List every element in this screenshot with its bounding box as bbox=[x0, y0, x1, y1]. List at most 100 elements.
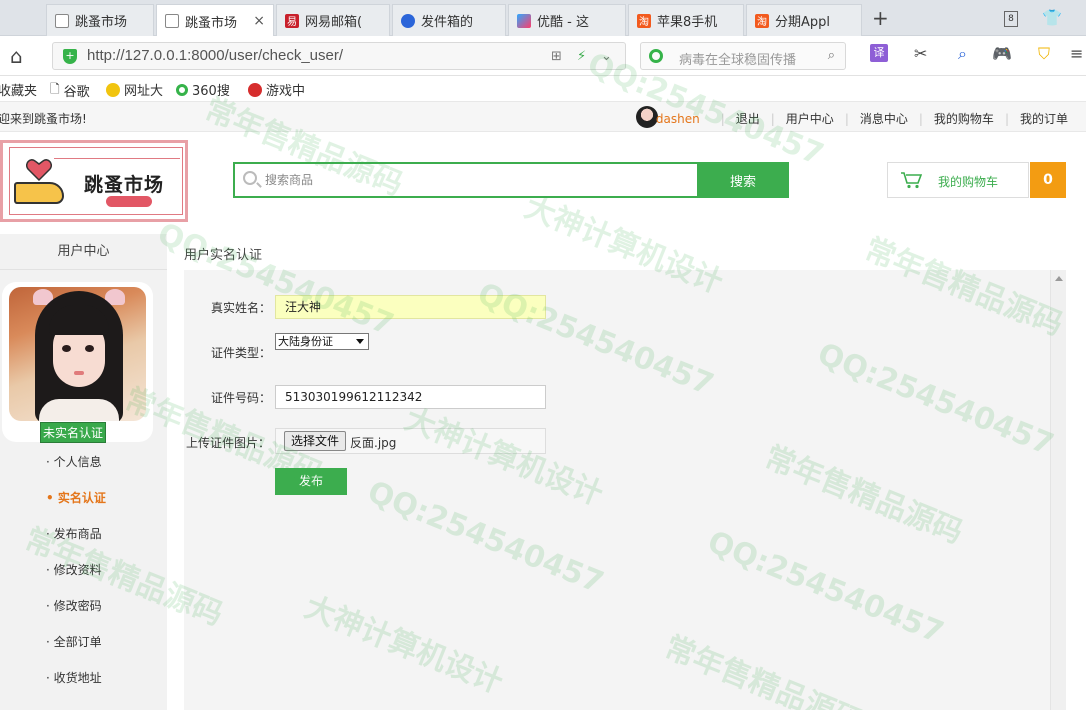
site-search-box: 搜索 bbox=[233, 162, 789, 198]
tab-label: 优酷 - 这 bbox=[537, 15, 589, 30]
logo-frame: 跳蚤市场 bbox=[9, 147, 183, 215]
bookmark-360[interactable]: 360搜 bbox=[176, 80, 230, 99]
search-icon bbox=[243, 171, 257, 185]
sidebar-item-publish[interactable]: · 发布商品 bbox=[46, 525, 102, 542]
menu-icon[interactable]: ≡ bbox=[1070, 44, 1083, 63]
translate-icon[interactable]: 译 bbox=[870, 44, 888, 62]
netease-icon: 易 bbox=[285, 13, 299, 28]
hand-icon bbox=[14, 182, 64, 204]
publish-button[interactable]: 发布 bbox=[275, 468, 347, 495]
bookmark-google[interactable]: 🗋 谷歌 bbox=[50, 80, 90, 101]
verification-status-badge: 未实名认证 bbox=[40, 422, 107, 443]
my-orders-link[interactable]: 我的订单 bbox=[1020, 110, 1068, 127]
chosen-file-name: 反面.jpg bbox=[350, 436, 397, 450]
photo-shirt bbox=[39, 399, 119, 421]
scrollbar[interactable] bbox=[1050, 270, 1066, 710]
tab-4[interactable]: 发件箱的 bbox=[392, 4, 506, 36]
tab-5[interactable]: 优酷 - 这 bbox=[508, 4, 626, 36]
tab-2-active[interactable]: 跳蚤市场 × bbox=[156, 4, 274, 37]
sidebar-item-edit-info[interactable]: · 修改资料 bbox=[46, 561, 102, 578]
tab-label: 网易邮箱( bbox=[305, 15, 363, 30]
bookmark-sites[interactable]: 网址大 bbox=[106, 80, 163, 99]
close-icon[interactable]: × bbox=[253, 13, 265, 29]
site-logo[interactable]: 跳蚤市场 bbox=[0, 140, 188, 222]
new-tab-button[interactable]: + bbox=[872, 6, 889, 30]
photo-mouth bbox=[74, 371, 84, 375]
skin-shirt-icon[interactable]: 👕 bbox=[1042, 8, 1062, 27]
browser-search-input[interactable]: 病毒在全球稳固传播 ⌕ bbox=[640, 42, 846, 70]
360-icon bbox=[176, 83, 188, 96]
tab-count-icon[interactable]: 8 bbox=[1004, 11, 1018, 27]
page-icon bbox=[55, 13, 69, 28]
user-center-link[interactable]: 用户中心 bbox=[786, 110, 834, 127]
sidebar-item-verification[interactable]: • 实名认证 bbox=[46, 489, 106, 506]
youku-icon bbox=[517, 13, 531, 28]
tab-7[interactable]: 淘 分期Appl bbox=[746, 4, 862, 36]
game-icon bbox=[248, 82, 262, 97]
cart-icon bbox=[901, 172, 922, 189]
scroll-up-icon[interactable] bbox=[1055, 276, 1063, 281]
sidebar-item-profile[interactable]: · 个人信息 bbox=[46, 453, 102, 470]
magnifier-icon[interactable]: ⌕ bbox=[958, 44, 967, 64]
secure-shield-icon: + bbox=[63, 49, 77, 64]
chevron-down-icon[interactable]: ⌄ bbox=[601, 49, 612, 64]
photo-eye bbox=[62, 345, 71, 352]
user-avatar[interactable] bbox=[636, 106, 658, 128]
tab-label: 苹果8手机 bbox=[657, 15, 718, 30]
tab-label: 发件箱的 bbox=[421, 15, 474, 30]
real-name-input[interactable]: 汪大神 bbox=[275, 295, 546, 319]
shield-coin-icon[interactable]: ⛉ bbox=[1038, 44, 1050, 64]
photo-eye bbox=[85, 345, 94, 352]
scissors-icon[interactable]: ✂ bbox=[914, 44, 927, 63]
taobao-icon: 淘 bbox=[755, 13, 769, 28]
site-nav-icon bbox=[106, 82, 120, 97]
page-icon: 🗋 bbox=[50, 82, 60, 96]
divider: | bbox=[770, 111, 775, 126]
cart-count-badge: 0 bbox=[1030, 162, 1066, 198]
browser-tab-bar: 跳蚤市场 跳蚤市场 × 易 网易邮箱( 发件箱的 优酷 - 这 淘 苹果8手机 … bbox=[0, 0, 1086, 37]
tab-6[interactable]: 淘 苹果8手机 bbox=[628, 4, 744, 36]
choose-file-button[interactable]: 选择文件 bbox=[284, 431, 346, 451]
bookmark-favorites[interactable]: 收藏夹 bbox=[0, 80, 37, 99]
search-button[interactable]: 搜索 bbox=[697, 162, 789, 198]
tab-3[interactable]: 易 网易邮箱( bbox=[276, 4, 390, 36]
grid-icon[interactable]: ⊞ bbox=[551, 49, 562, 64]
tab-1[interactable]: 跳蚤市场 bbox=[46, 4, 154, 36]
bookmark-games[interactable]: 游戏中 bbox=[248, 80, 305, 99]
profile-photo bbox=[9, 287, 146, 421]
messages-link[interactable]: 消息中心 bbox=[860, 110, 908, 127]
sidebar-item-orders[interactable]: · 全部订单 bbox=[46, 633, 102, 650]
address-bar: ⌂ + http://127.0.0.1:8000/user/check_use… bbox=[0, 36, 1086, 76]
bookmarks-bar: 收藏夹 🗋 谷歌 网址大 360搜 游戏中 bbox=[0, 76, 1086, 102]
id-number-input[interactable]: 513030199612112342 bbox=[275, 385, 546, 409]
sidebar-item-address[interactable]: · 收货地址 bbox=[46, 669, 102, 686]
baidu-paw-icon bbox=[401, 13, 415, 28]
screen: 跳蚤市场 跳蚤市场 × 易 网易邮箱( 发件箱的 优酷 - 这 淘 苹果8手机 … bbox=[0, 0, 1086, 710]
search-icon[interactable]: ⌕ bbox=[828, 48, 835, 63]
bookmark-label: 谷歌 bbox=[63, 85, 90, 100]
cart-button[interactable]: 我的购物车 bbox=[887, 162, 1029, 198]
real-name-label: 真实姓名： bbox=[211, 301, 272, 315]
tab-label: 分期Appl bbox=[775, 15, 831, 30]
sidebar-item-password[interactable]: · 修改密码 bbox=[46, 597, 102, 614]
username-link[interactable]: dashen bbox=[656, 112, 700, 126]
page-icon bbox=[165, 14, 179, 28]
heart-icon bbox=[26, 159, 52, 182]
bookmark-label: 360搜 bbox=[192, 84, 230, 99]
my-cart-link[interactable]: 我的购物车 bbox=[934, 110, 994, 127]
url-field[interactable]: + http://127.0.0.1:8000/user/check_user/… bbox=[52, 42, 626, 70]
welcome-text: 迎来到跳蚤市场! bbox=[0, 112, 87, 126]
gamepad-icon[interactable]: 🎮 bbox=[992, 44, 1012, 63]
url-text: http://127.0.0.1:8000/user/check_user/ bbox=[87, 47, 344, 64]
site-search-input[interactable] bbox=[265, 164, 695, 196]
taobao-icon: 淘 bbox=[637, 13, 651, 28]
lightning-icon[interactable]: ⚡ bbox=[577, 49, 586, 64]
home-icon[interactable]: ⌂ bbox=[10, 44, 23, 68]
logout-link[interactable]: 退出 bbox=[736, 110, 760, 127]
bookmark-label: 游戏中 bbox=[266, 84, 306, 99]
logo-line bbox=[54, 158, 180, 159]
tab-label: 跳蚤市场 bbox=[185, 15, 238, 31]
divider: | bbox=[918, 111, 923, 126]
tab-label: 跳蚤市场 bbox=[75, 15, 128, 30]
id-type-select[interactable]: 大陆身份证 bbox=[275, 333, 369, 350]
